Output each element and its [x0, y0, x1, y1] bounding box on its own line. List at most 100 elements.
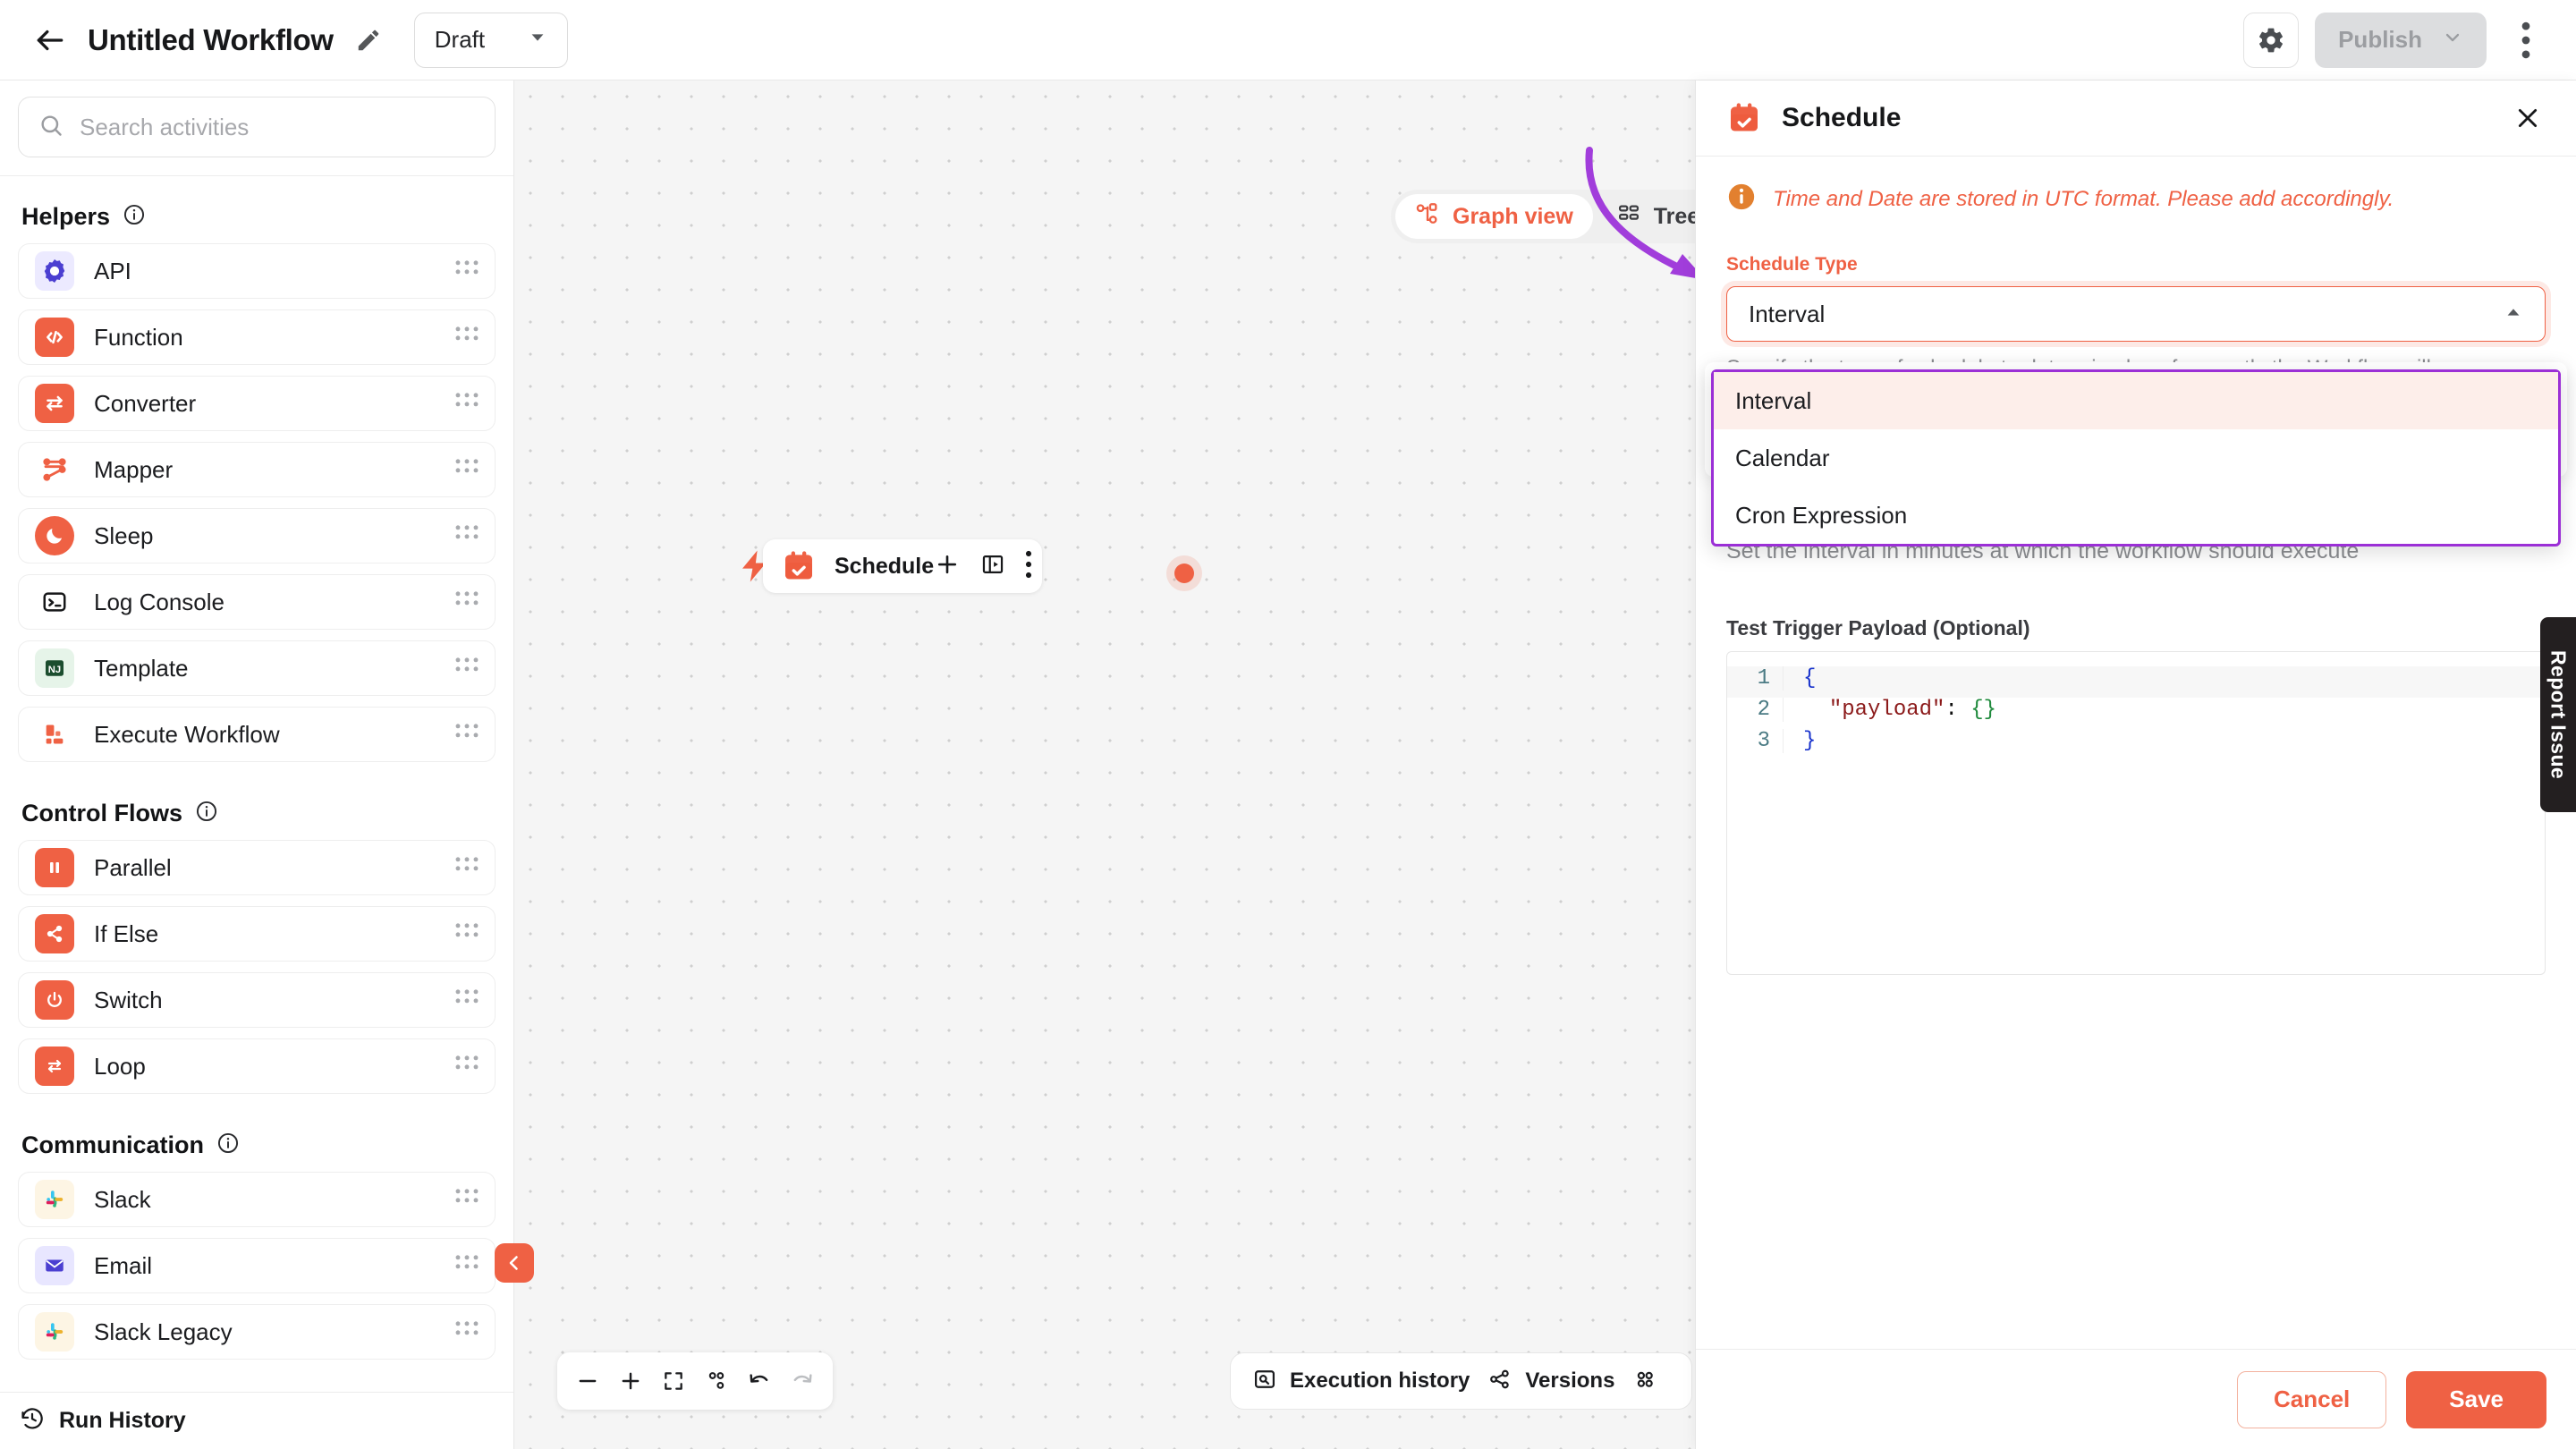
activity-item-switch[interactable]: Switch	[18, 972, 496, 1028]
report-issue-tab[interactable]: Report Issue	[2540, 617, 2576, 812]
drag-grip-icon[interactable]	[455, 922, 479, 945]
activity-label: Loop	[94, 1052, 146, 1080]
more-vertical-icon[interactable]	[1025, 550, 1032, 583]
activity-item-log-console[interactable]: Log Console	[18, 574, 496, 630]
publish-button[interactable]: Publish	[2315, 12, 2487, 68]
dropdown-option-cron-expression[interactable]: Cron Expression	[1714, 487, 2558, 544]
history-clock-icon	[20, 1406, 45, 1436]
activity-item-slack-legacy[interactable]: Slack Legacy	[18, 1304, 496, 1360]
workflow-status-value: Draft	[434, 26, 486, 53]
node-actions	[934, 550, 1032, 583]
tab-graph-view[interactable]: Graph view	[1395, 194, 1593, 239]
sidebar-collapse-button[interactable]	[495, 1243, 534, 1283]
search-box[interactable]	[18, 97, 496, 157]
pencil-icon[interactable]	[353, 25, 384, 55]
panel-body: Time and Date are stored in UTC format. …	[1696, 157, 2576, 976]
execution-history-button[interactable]: Execution history	[1252, 1367, 1470, 1396]
info-circle-icon[interactable]	[216, 1131, 240, 1159]
activity-label: Sleep	[94, 521, 154, 549]
terminal-icon	[35, 582, 74, 622]
fit-screen-button[interactable]	[652, 1358, 695, 1404]
drag-grip-icon[interactable]	[455, 392, 479, 415]
activity-item-loop[interactable]: Loop	[18, 1038, 496, 1094]
dropdown-option-interval[interactable]: Interval	[1714, 372, 2558, 429]
undo-button[interactable]	[738, 1358, 781, 1404]
activity-item-sleep[interactable]: Sleep	[18, 508, 496, 564]
grid-dots-button[interactable]	[1632, 1367, 1670, 1396]
drag-grip-icon[interactable]	[455, 856, 479, 879]
drag-grip-icon[interactable]	[455, 1320, 479, 1343]
drag-grip-icon[interactable]	[455, 458, 479, 481]
plus-icon[interactable]	[934, 551, 961, 582]
activity-label: Template	[94, 654, 189, 682]
save-button[interactable]: Save	[2406, 1370, 2546, 1428]
drag-grip-icon[interactable]	[455, 524, 479, 547]
activity-item-parallel[interactable]: Parallel	[18, 840, 496, 895]
drag-grip-icon[interactable]	[455, 326, 479, 349]
drag-grip-icon[interactable]	[455, 1254, 479, 1277]
workflow-node-schedule[interactable]: Schedule	[763, 539, 1042, 593]
activity-label: Execute Workflow	[94, 720, 280, 748]
activity-item-mapper[interactable]: Mapper	[18, 442, 496, 497]
close-icon[interactable]	[2510, 100, 2546, 136]
redo-button[interactable]	[781, 1358, 824, 1404]
info-circle-icon[interactable]	[123, 203, 146, 231]
activity-item-converter[interactable]: Converter	[18, 376, 496, 431]
slack-icon	[35, 1180, 74, 1219]
activity-item-function[interactable]: Function	[18, 309, 496, 365]
cancel-button[interactable]: Cancel	[2237, 1370, 2387, 1428]
search-input[interactable]	[80, 113, 475, 141]
zoom-out-button[interactable]	[566, 1358, 609, 1404]
code-token-key: "payload"	[1828, 698, 1945, 723]
node-output-port[interactable]	[1174, 564, 1194, 583]
drag-grip-icon[interactable]	[455, 590, 479, 614]
schedule-type-select[interactable]: Interval	[1726, 286, 2546, 342]
versions-button[interactable]: Versions	[1487, 1367, 1614, 1396]
run-history-button[interactable]: Run History	[0, 1392, 513, 1449]
zoom-in-button[interactable]	[609, 1358, 652, 1404]
activity-item-execute-workflow[interactable]: Execute Workflow	[18, 707, 496, 762]
settings-button[interactable]	[2243, 12, 2300, 68]
envelope-icon	[35, 1246, 74, 1285]
activity-item-template[interactable]: NJ Template	[18, 640, 496, 696]
calendar-check-icon	[1726, 100, 1762, 136]
activity-label: Converter	[94, 389, 197, 417]
more-options-button[interactable]	[2506, 15, 2546, 65]
info-circle-icon[interactable]	[195, 800, 218, 827]
payload-code-editor[interactable]: 1 { 2 "payload": {} 3 }	[1726, 651, 2546, 976]
activity-label: Switch	[94, 986, 163, 1013]
workflow-canvas[interactable]: Graph view Tree v Schedule	[514, 80, 1695, 1449]
tree-list-icon	[1616, 202, 1641, 232]
activity-item-email[interactable]: Email	[18, 1238, 496, 1293]
workflow-status-select[interactable]: Draft	[413, 12, 568, 68]
activities-sidebar: Helpers API Function	[0, 80, 514, 1449]
section-header-communication: Communication	[0, 1105, 513, 1172]
nunjucks-icon: NJ	[35, 648, 74, 688]
drag-grip-icon[interactable]	[455, 657, 479, 680]
graph-nodes-icon	[1415, 202, 1440, 232]
top-bar-actions: Publish	[2243, 12, 2546, 68]
payload-label: Test Trigger Payload (Optional)	[1726, 616, 2030, 640]
sidepanel-icon[interactable]	[980, 552, 1005, 581]
tab-tree-view[interactable]: Tree v	[1597, 194, 1695, 239]
drag-grip-icon[interactable]	[455, 723, 479, 746]
activity-item-slack[interactable]: Slack	[18, 1172, 496, 1227]
drag-grip-icon[interactable]	[455, 1188, 479, 1211]
activity-item-if-else[interactable]: If Else	[18, 906, 496, 962]
drag-grip-icon[interactable]	[455, 259, 479, 283]
blocks-icon	[35, 715, 74, 754]
section-title: Helpers	[21, 203, 111, 230]
activity-item-api[interactable]: API	[18, 243, 496, 299]
view-mode-toggle: Graph view Tree v	[1391, 190, 1695, 243]
panel-footer: Cancel Save	[1696, 1349, 2576, 1449]
code-token-object: {}	[1970, 698, 1997, 723]
section-title: Communication	[21, 1131, 205, 1158]
drag-grip-icon[interactable]	[455, 988, 479, 1012]
layout-auto-button[interactable]	[695, 1358, 738, 1404]
drag-grip-icon[interactable]	[455, 1055, 479, 1078]
activity-label: If Else	[94, 919, 159, 947]
dropdown-option-calendar[interactable]: Calendar	[1714, 429, 2558, 487]
page-title: Untitled Workflow	[88, 22, 334, 56]
back-arrow-icon[interactable]	[30, 21, 70, 60]
execution-history-label: Execution history	[1290, 1368, 1470, 1393]
